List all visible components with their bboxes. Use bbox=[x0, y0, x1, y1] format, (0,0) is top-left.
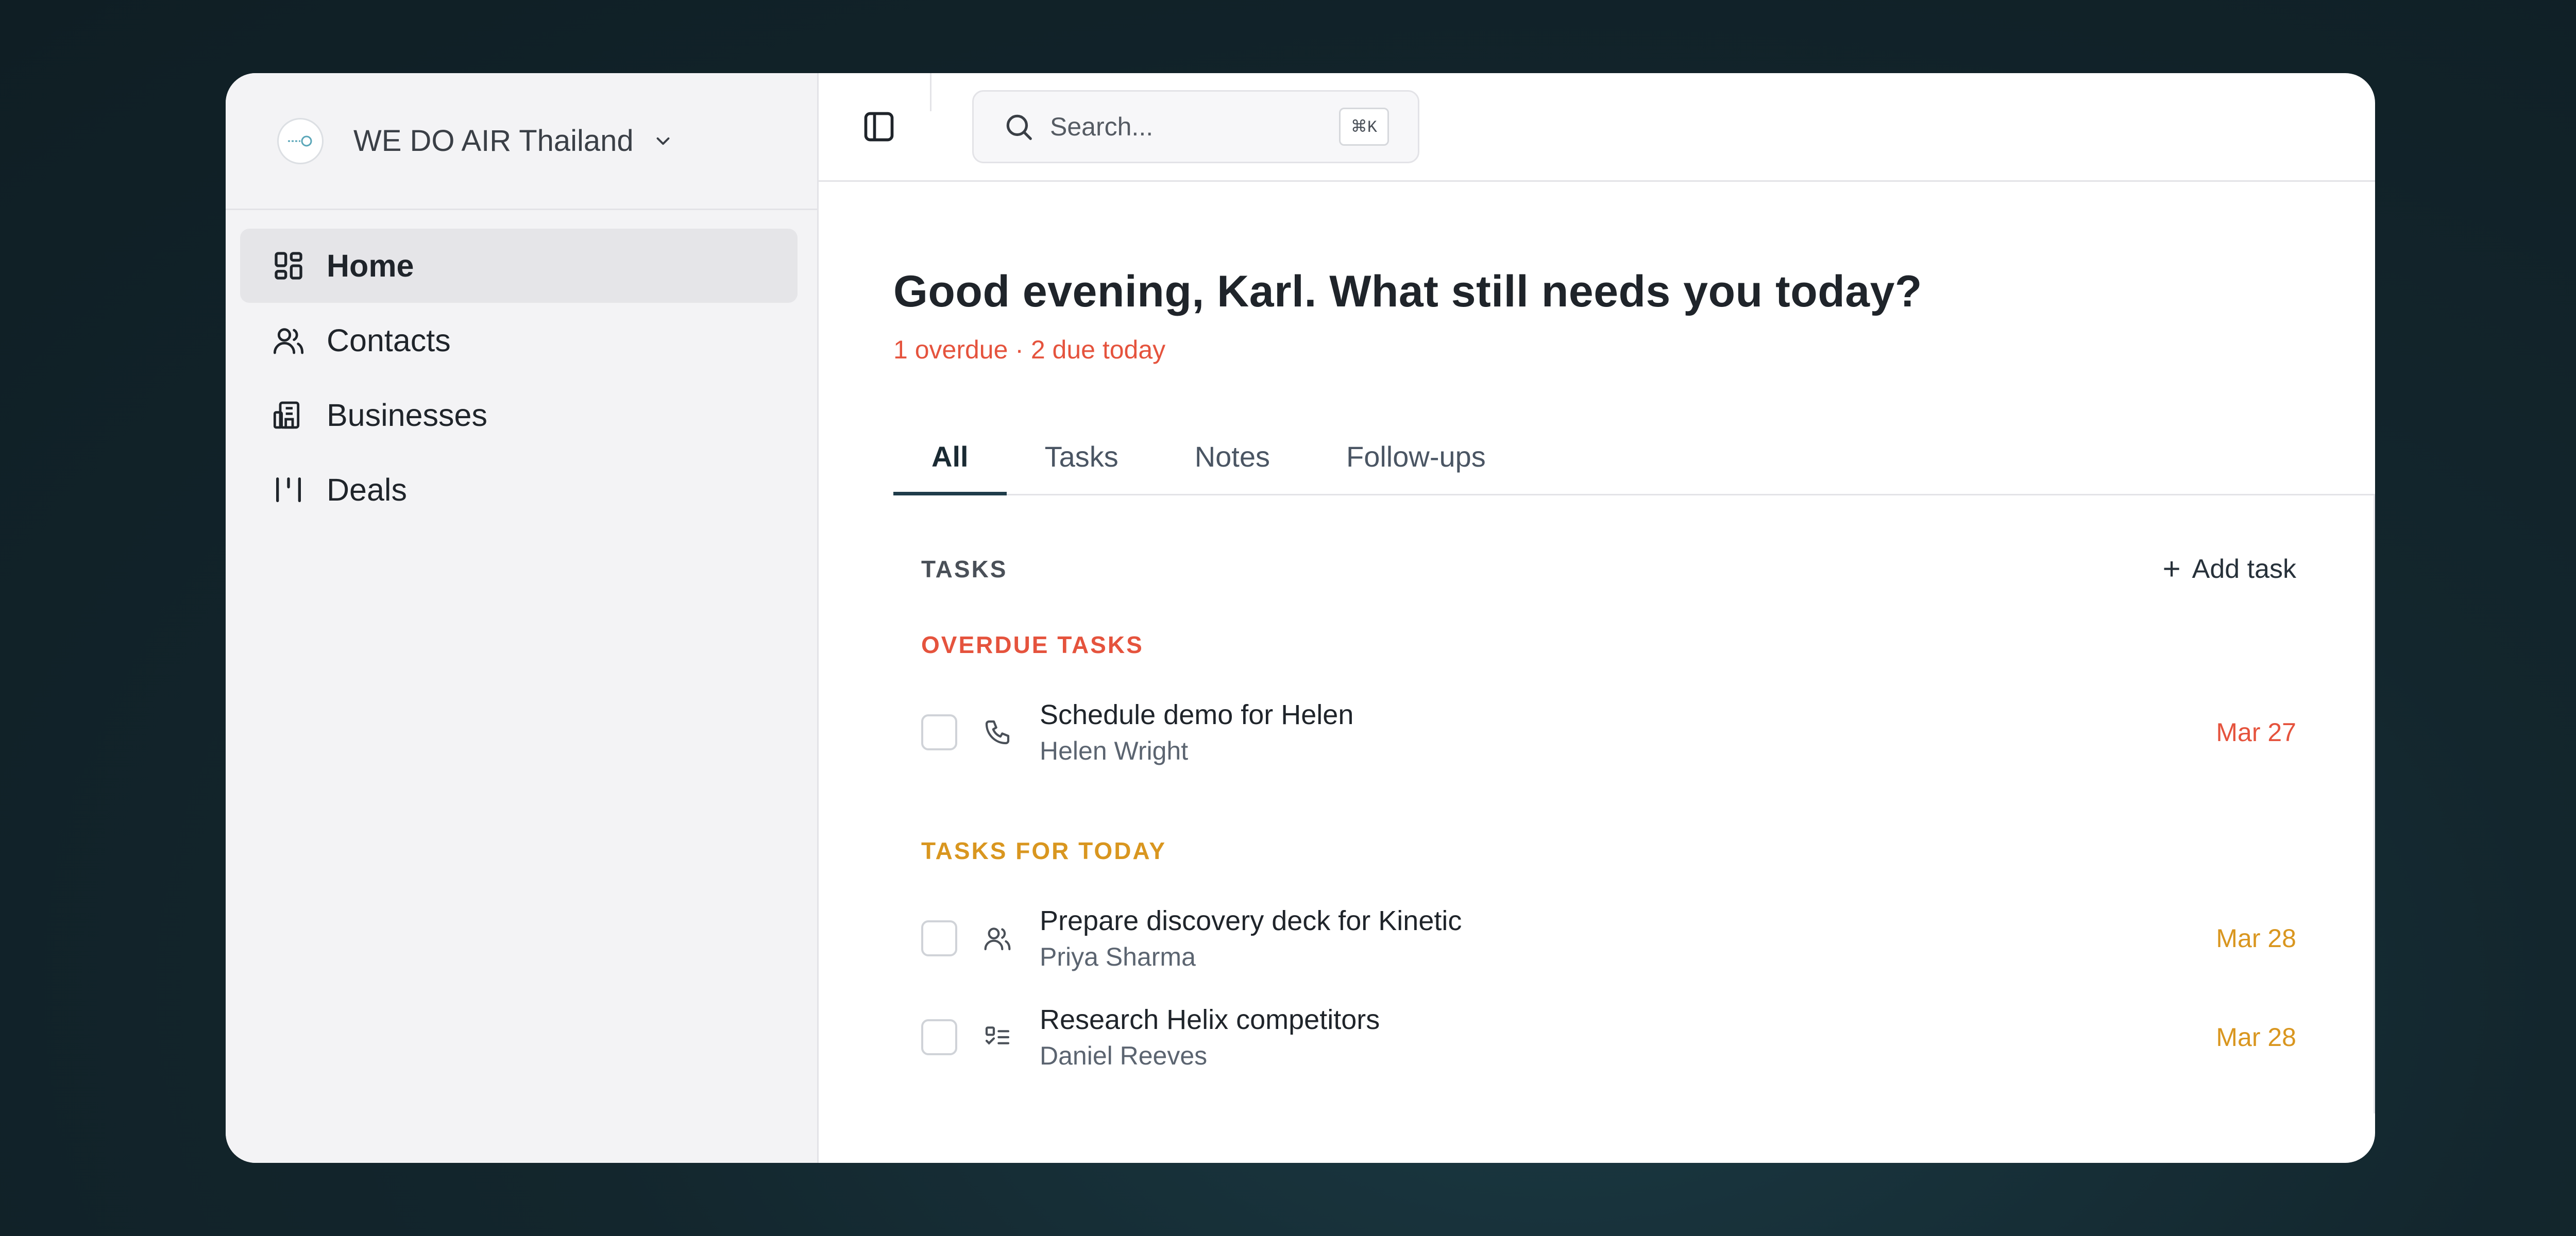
users-icon bbox=[983, 924, 1012, 953]
workspace-switcher[interactable]: WE DO AIR Thailand bbox=[226, 73, 817, 210]
topbar: Search... ⌘K bbox=[819, 73, 2375, 182]
due-summary: 1 overdue · 2 due today bbox=[893, 335, 1166, 364]
search-icon bbox=[1003, 111, 1035, 143]
search-shortcut-badge: ⌘K bbox=[1338, 108, 1389, 146]
building-icon bbox=[271, 398, 306, 433]
tab-all[interactable]: All bbox=[893, 440, 1007, 495]
add-task-label: Add task bbox=[2192, 554, 2296, 584]
sidebar-toggle-icon[interactable] bbox=[860, 108, 898, 146]
task-title: Schedule demo for Helen bbox=[1040, 699, 1354, 730]
checklist-icon bbox=[983, 1023, 1012, 1052]
sidebar-item-home[interactable]: Home bbox=[240, 229, 798, 303]
task-checkbox[interactable] bbox=[921, 714, 957, 750]
sidebar-item-label: Home bbox=[327, 248, 414, 283]
sidebar-item-label: Deals bbox=[327, 472, 407, 507]
activity-tabs: All Tasks Notes Follow-ups bbox=[893, 440, 2375, 495]
users-icon bbox=[271, 323, 306, 358]
tasks-section-title: TASKS bbox=[921, 555, 1008, 582]
tasks-header: TASKS + Add task bbox=[921, 495, 2296, 587]
task-contact[interactable]: Daniel Reeves bbox=[1040, 1041, 2216, 1071]
kanban-icon bbox=[271, 472, 306, 507]
task-title: Prepare discovery deck for Kinetic bbox=[1040, 905, 1462, 936]
sidebar: WE DO AIR Thailand Home Contacts Busines… bbox=[226, 73, 819, 1163]
tab-tasks[interactable]: Tasks bbox=[1007, 440, 1157, 494]
task-contact[interactable]: Priya Sharma bbox=[1040, 942, 2216, 972]
chevron-down-icon bbox=[652, 130, 674, 152]
task-row[interactable]: Schedule demo for Helen Helen Wright Mar… bbox=[921, 699, 2296, 766]
task-due-date: Mar 27 bbox=[2216, 718, 2296, 747]
task-due-date: Mar 28 bbox=[2216, 1023, 2296, 1052]
task-contact[interactable]: Helen Wright bbox=[1040, 736, 2216, 766]
tasks-panel: TASKS + Add task OVERDUE TASKS Schedule … bbox=[893, 495, 2375, 1113]
task-due-date: Mar 28 bbox=[2216, 924, 2296, 953]
today-tasks-label: TASKS FOR TODAY bbox=[921, 837, 1167, 864]
sidebar-item-businesses[interactable]: Businesses bbox=[240, 378, 798, 452]
plus-icon: + bbox=[2162, 552, 2181, 586]
task-body: Schedule demo for Helen Helen Wright bbox=[1040, 699, 2216, 766]
overdue-tasks-label: OVERDUE TASKS bbox=[921, 631, 1144, 658]
sidebar-item-contacts[interactable]: Contacts bbox=[240, 303, 798, 377]
workspace-logo bbox=[277, 117, 324, 164]
task-title: Research Helix competitors bbox=[1040, 1004, 1380, 1035]
task-row[interactable]: Research Helix competitors Daniel Reeves… bbox=[921, 1004, 2296, 1071]
add-task-button[interactable]: + Add task bbox=[2163, 551, 2296, 587]
sidebar-item-label: Businesses bbox=[327, 398, 487, 433]
search-input[interactable]: Search... ⌘K bbox=[972, 90, 1419, 163]
task-checkbox[interactable] bbox=[921, 920, 957, 956]
search-placeholder: Search... bbox=[1050, 112, 1154, 141]
sidebar-item-label: Contacts bbox=[327, 323, 451, 358]
phone-icon bbox=[983, 718, 1012, 747]
home-content: Good evening, Karl. What still needs you… bbox=[819, 182, 2375, 1113]
dashboard-grid-icon bbox=[271, 248, 306, 283]
task-row[interactable]: Prepare discovery deck for Kinetic Priya… bbox=[921, 905, 2296, 972]
workspace-name: WE DO AIR Thailand bbox=[353, 124, 634, 158]
tab-notes[interactable]: Notes bbox=[1157, 440, 1308, 494]
tab-follow-ups[interactable]: Follow-ups bbox=[1308, 440, 1524, 494]
topbar-divider bbox=[930, 73, 931, 111]
sidebar-nav: Home Contacts Businesses Deals bbox=[226, 210, 817, 527]
main-area: Search... ⌘K Good evening, Karl. What st… bbox=[819, 73, 2375, 1163]
app-window: WE DO AIR Thailand Home Contacts Busines… bbox=[226, 73, 2375, 1163]
sidebar-item-deals[interactable]: Deals bbox=[240, 453, 798, 527]
task-body: Prepare discovery deck for Kinetic Priya… bbox=[1040, 905, 2216, 972]
page-title: Good evening, Karl. What still needs you… bbox=[893, 267, 1922, 316]
task-checkbox[interactable] bbox=[921, 1019, 957, 1055]
task-body: Research Helix competitors Daniel Reeves bbox=[1040, 1004, 2216, 1071]
